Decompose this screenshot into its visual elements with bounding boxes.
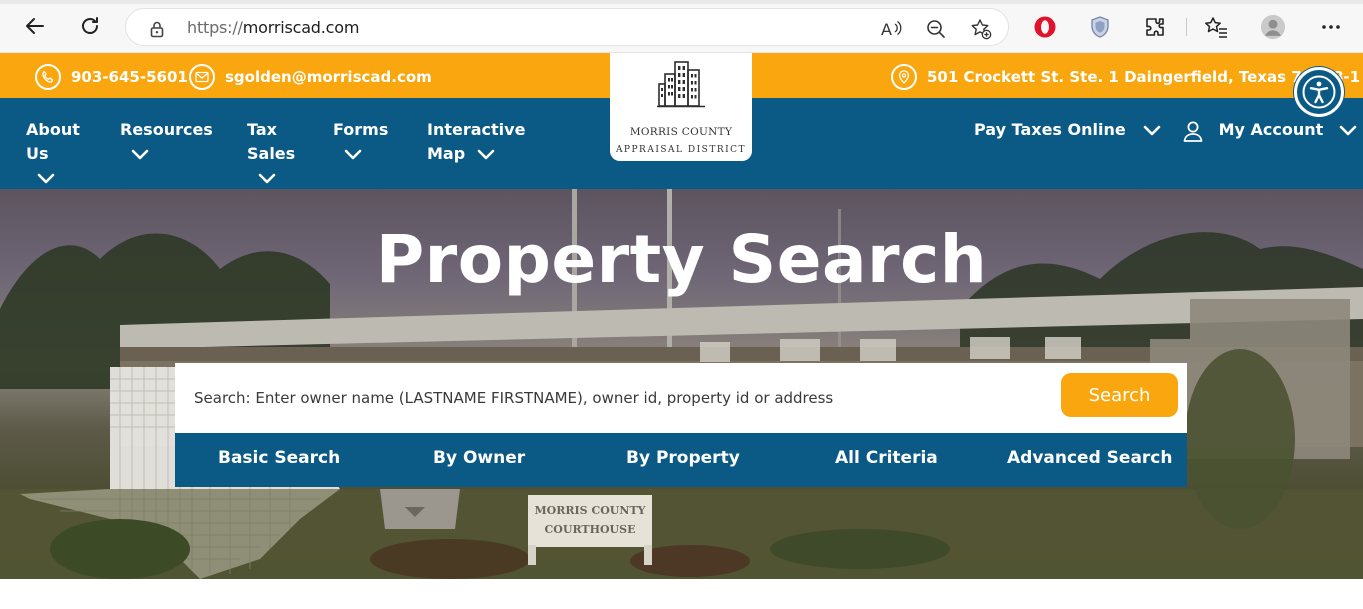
- chevron-down-icon: [477, 149, 495, 159]
- email-address: sgolden@morriscad.com: [225, 68, 432, 86]
- tab-by-property[interactable]: By Property: [626, 448, 740, 468]
- logo-text-district: APPRAISAL DISTRICT: [615, 145, 747, 155]
- property-search-box: Search: [175, 363, 1187, 433]
- nav-item-forms[interactable]: Forms: [333, 118, 388, 166]
- profile-icon[interactable]: [1260, 14, 1286, 40]
- site-logo[interactable]: MORRIS COUNTY APPRAISAL DISTRICT: [610, 53, 752, 161]
- tab-by-owner[interactable]: By Owner: [433, 448, 525, 468]
- nav-item-tax-sales[interactable]: Tax Sales: [247, 118, 295, 190]
- lock-icon[interactable]: [146, 18, 168, 40]
- chevron-down-icon: [258, 173, 276, 183]
- toolbar-separator: [1186, 18, 1187, 36]
- nav-label-pay-taxes: Pay Taxes Online: [974, 120, 1126, 139]
- phone-icon: [35, 64, 61, 90]
- nav-label-map-line2: Map: [427, 144, 466, 163]
- extensions-icon[interactable]: [1142, 14, 1168, 40]
- building-logo-icon: [657, 61, 705, 108]
- refresh-button[interactable]: [76, 12, 104, 40]
- favorites-icon[interactable]: [1203, 14, 1229, 40]
- url-host: morriscad.com: [242, 18, 360, 37]
- url-protocol: https://: [187, 18, 243, 37]
- chevron-down-icon: [1143, 125, 1161, 135]
- email-link[interactable]: sgolden@morriscad.com: [189, 64, 432, 90]
- nav-label-forms: Forms: [333, 120, 389, 139]
- chevron-down-icon: [37, 173, 55, 183]
- nav-item-interactive-map[interactable]: Interactive Map: [427, 118, 525, 166]
- nav-item-about-us[interactable]: About Us: [26, 118, 80, 190]
- accessibility-button[interactable]: [1294, 67, 1344, 117]
- nav-item-my-account[interactable]: My Account: [1183, 118, 1357, 142]
- nav-item-pay-taxes-online[interactable]: Pay Taxes Online: [974, 118, 1161, 142]
- browser-toolbar: https://morriscad.com A: [0, 0, 1363, 53]
- sign-text-line1: MORRIS COUNTY: [534, 504, 646, 517]
- courthouse-sign-text: MORRIS COUNTY COURTHOUSE: [528, 501, 652, 539]
- add-favorite-icon[interactable]: [970, 18, 992, 40]
- more-icon[interactable]: [1318, 14, 1344, 40]
- refresh-icon: [82, 17, 98, 34]
- chevron-down-icon: [131, 149, 149, 159]
- tab-strip: [0, 0, 1363, 4]
- tab-all-criteria[interactable]: All Criteria: [835, 448, 938, 468]
- search-button[interactable]: Search: [1061, 373, 1178, 417]
- back-button[interactable]: [21, 12, 49, 40]
- email-icon: [189, 64, 215, 90]
- zoom-out-icon[interactable]: [925, 18, 947, 40]
- nav-label-my-account: My Account: [1218, 120, 1324, 139]
- logo-text-county: MORRIS COUNTY: [629, 126, 733, 138]
- opera-extension-icon[interactable]: [1032, 14, 1058, 40]
- address-bar[interactable]: https://morriscad.com A: [125, 8, 1009, 46]
- property-search-input[interactable]: [175, 363, 1055, 433]
- read-aloud-icon[interactable]: A: [880, 18, 902, 40]
- nav-label-tax-line2: Sales: [247, 144, 296, 163]
- tab-basic-search[interactable]: Basic Search: [218, 448, 340, 468]
- shield-extension-icon[interactable]: [1087, 14, 1113, 40]
- page-content-start: [0, 579, 1363, 609]
- nav-item-resources[interactable]: Resources: [120, 118, 213, 166]
- sign-text-line2: COURTHOUSE: [544, 523, 636, 536]
- location-pin-icon: [891, 64, 917, 90]
- search-type-tabs: Basic Search By Owner By Property All Cr…: [175, 433, 1187, 487]
- nav-label-tax-line1: Tax: [247, 120, 277, 139]
- nav-label-about-line2: Us: [26, 144, 49, 163]
- accessibility-icon: [1302, 75, 1336, 109]
- back-icon: [26, 18, 44, 34]
- user-icon: [1183, 121, 1203, 142]
- tab-advanced-search[interactable]: Advanced Search: [1007, 448, 1172, 468]
- phone-number: 903-645-5601: [71, 68, 188, 86]
- nav-label-about-line1: About: [26, 120, 80, 139]
- chevron-down-icon: [344, 149, 362, 159]
- svg-text:A: A: [881, 20, 892, 39]
- chevron-down-icon: [1339, 125, 1357, 135]
- address-link[interactable]: 501 Crockett St. Ste. 1 Daingerfield, Te…: [891, 64, 1360, 90]
- page-title: Property Search: [375, 221, 988, 298]
- phone-link[interactable]: 903-645-5601: [35, 64, 188, 90]
- nav-label-resources: Resources: [120, 120, 213, 139]
- nav-label-map-line1: Interactive: [427, 120, 526, 139]
- url-text[interactable]: https://morriscad.com: [187, 18, 359, 37]
- hero-banner: MORRIS COUNTY COURTHOUSE Property Search…: [0, 189, 1363, 579]
